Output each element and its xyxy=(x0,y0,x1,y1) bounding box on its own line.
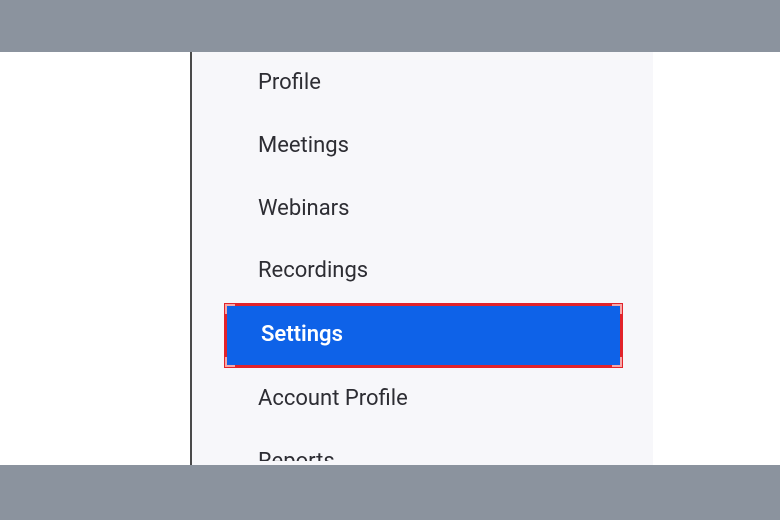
sidebar-item-meetings[interactable]: Meetings xyxy=(192,115,653,178)
sidebar-item-label: Profile xyxy=(258,70,321,95)
highlight-corner-icon xyxy=(612,357,622,367)
highlight-corner-icon xyxy=(225,304,235,314)
sidebar-item-recordings[interactable]: Recordings xyxy=(192,240,653,303)
bottom-decorative-bar xyxy=(0,465,780,520)
sidebar-item-webinars[interactable]: Webinars xyxy=(192,178,653,241)
sidebar-item-label: Webinars xyxy=(258,196,349,221)
sidebar-nav: Profile Meetings Webinars Recordings Set… xyxy=(190,52,653,465)
highlight-corner-icon xyxy=(612,304,622,314)
sidebar-item-account-profile[interactable]: Account Profile xyxy=(192,368,653,431)
top-decorative-bar xyxy=(0,0,780,52)
sidebar-item-settings[interactable]: Settings xyxy=(224,303,623,368)
sidebar-item-profile[interactable]: Profile xyxy=(192,52,653,115)
sidebar-item-label: Recordings xyxy=(258,258,368,283)
sidebar-item-label: Settings xyxy=(261,322,343,347)
nav-list: Profile Meetings Webinars Recordings Set… xyxy=(192,52,653,461)
sidebar-item-reports[interactable]: Reports xyxy=(192,431,653,461)
content-frame: Profile Meetings Webinars Recordings Set… xyxy=(0,52,780,465)
sidebar-item-label: Account Profile xyxy=(258,386,408,411)
highlight-corner-icon xyxy=(225,357,235,367)
sidebar-item-label: Reports xyxy=(258,449,335,461)
sidebar-item-label: Meetings xyxy=(258,133,349,158)
